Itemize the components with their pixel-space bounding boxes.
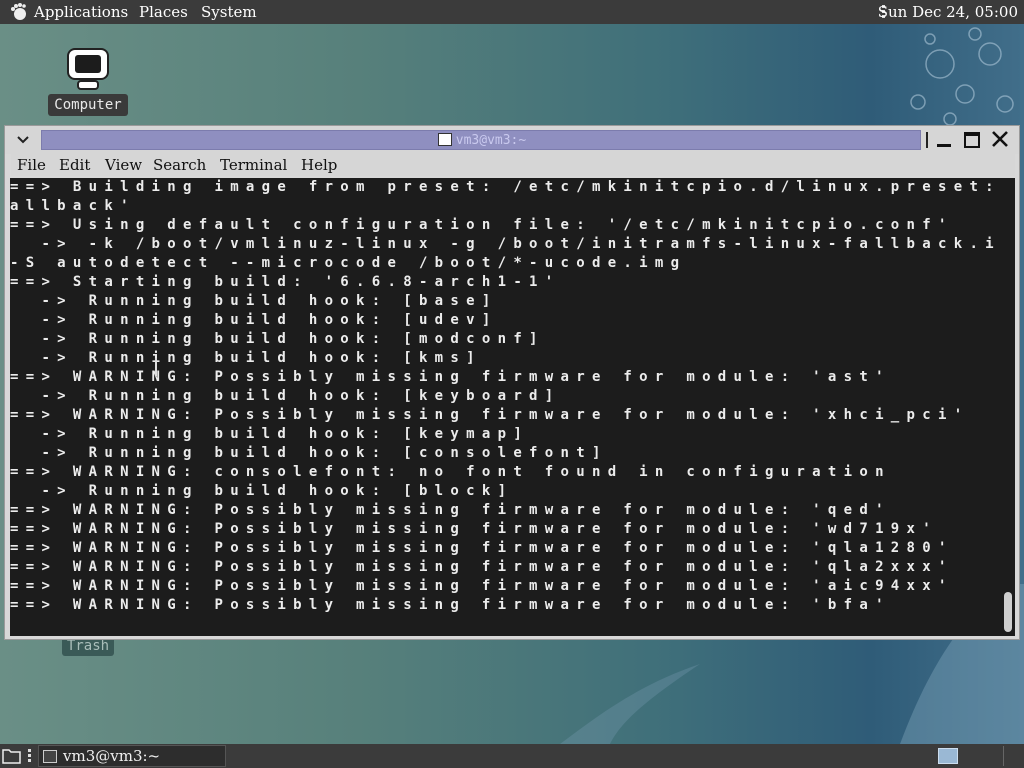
terminal-line: ==> WARNING: Possibly missing firmware f… [10,597,891,613]
menu-view[interactable]: View [105,154,142,176]
terminal-line: ==> WARNING: Possibly missing firmware f… [10,369,891,385]
computer-desktop-label[interactable]: Computer [48,94,128,116]
terminal-line: ==> WARNING: Possibly missing firmware f… [10,521,938,537]
clock[interactable]: Sun Dec 24, 05:00 [878,0,1018,24]
terminal-line: ==> Building image from preset: /etc/mki… [10,179,1000,195]
terminal-line: ==> WARNING: Possibly missing firmware f… [10,578,954,594]
menu-places[interactable]: Places [139,0,188,24]
window-title: vm3@vm3:~ [455,133,527,148]
terminal-line: ==> Starting build: '6.6.8-arch1-1' [10,274,561,290]
close-icon[interactable] [989,130,1011,150]
terminal-line: ==> WARNING: Possibly missing firmware f… [10,502,891,518]
terminal-menubar: File Edit View Search Terminal Help [11,154,1015,176]
terminal-line: ==> WARNING: Possibly missing firmware f… [10,559,954,575]
terminal-line: -> Running build hook: [keyboard] [10,388,561,404]
menu-help[interactable]: Help [301,154,337,176]
menu-applications[interactable]: Applications [34,0,128,24]
top-panel: Applications Places System Sun Dec 24, 0… [0,0,1024,24]
minimize-icon[interactable] [933,130,955,150]
terminal-line: -> Running build hook: [udev] [10,312,498,328]
terminal-lines: ==> Building image from preset: /etc/mki… [10,178,1000,615]
menu-terminal[interactable]: Terminal [220,154,287,176]
terminal-line: -> Running build hook: [consolefont] [10,445,608,461]
panel-handle-icon[interactable] [28,749,32,763]
terminal-line: ==> WARNING: Possibly missing firmware f… [10,540,954,556]
menu-edit[interactable]: Edit [59,154,90,176]
taskbar-window-button[interactable]: vm3@vm3:~ [38,745,226,767]
menu-system[interactable]: System [201,0,257,24]
taskbar-window-label: vm3@vm3:~ [63,747,161,765]
terminal-line: -> Running build hook: [block] [10,483,514,499]
bottom-panel: vm3@vm3:~ [0,744,1024,768]
terminal-line: ==> Using default configuration file: '/… [10,217,954,233]
show-desktop-icon[interactable] [2,747,22,765]
workspace-switcher[interactable] [938,748,958,764]
computer-icon[interactable] [64,46,112,94]
window-menu-chevron-icon[interactable] [15,132,31,148]
terminal-line: ==> WARNING: consolefont: no font found … [10,464,891,480]
terminal-output[interactable]: ==> Building image from preset: /etc/mki… [10,178,1015,636]
menu-file[interactable]: File [17,154,46,176]
terminal-icon [43,750,57,763]
panel-divider [1003,746,1004,766]
terminal-line: -> Running build hook: [base] [10,293,498,309]
terminal-icon [437,133,452,146]
scrollbar-thumb[interactable] [1004,592,1012,632]
i-beam-cursor [155,358,157,376]
terminal-scrollbar[interactable] [1002,178,1014,636]
title-bar-strip[interactable]: vm3@vm3:~ [41,130,921,150]
terminal-line: ==> WARNING: Possibly missing firmware f… [10,407,970,423]
terminal-window: vm3@vm3:~ File Edit View Search Terminal… [4,125,1020,640]
titlebar-separator [926,132,928,148]
terminal-line: -> -k /boot/vmlinuz-linux -g /boot/initr… [10,236,1000,252]
maximize-icon[interactable] [961,130,983,150]
window-titlebar[interactable]: vm3@vm3:~ [5,126,1019,154]
terminal-line: allback' [10,198,136,214]
menu-search[interactable]: Search [153,154,206,176]
terminal-line: -> Running build hook: [kms] [10,350,482,366]
terminal-line: -S autodetect --microcode /boot/*-ucode.… [10,255,687,271]
terminal-line: -> Running build hook: [keymap] [10,426,530,442]
terminal-line: -> Running build hook: [modconf] [10,331,545,347]
gnome-foot-icon[interactable] [9,3,29,21]
